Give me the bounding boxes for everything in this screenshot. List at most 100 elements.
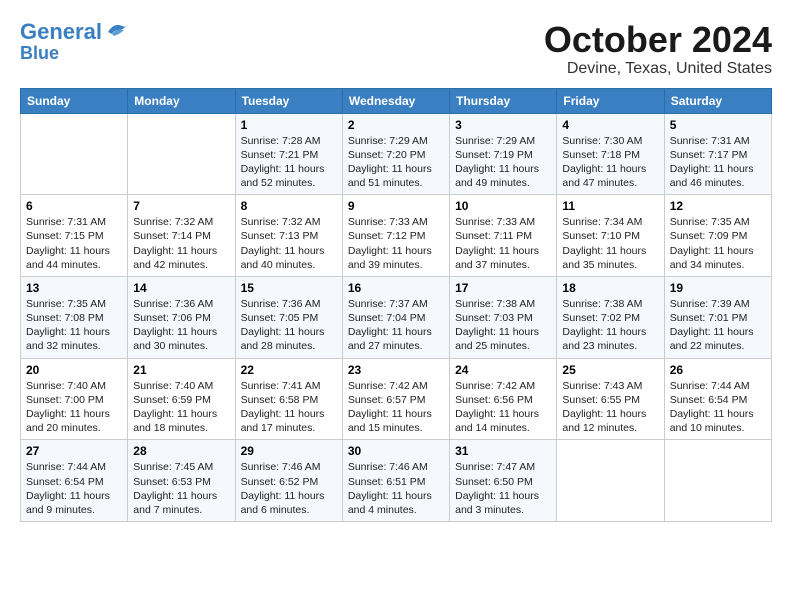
logo: General Blue <box>20 20 132 64</box>
day-info: Sunrise: 7:46 AMSunset: 6:52 PMDaylight:… <box>241 460 337 517</box>
day-number: 11 <box>562 199 658 213</box>
day-number: 4 <box>562 118 658 132</box>
day-info: Sunrise: 7:34 AMSunset: 7:10 PMDaylight:… <box>562 215 658 272</box>
page-header: General Blue October 2024 Devine, Texas,… <box>20 20 772 78</box>
day-info: Sunrise: 7:29 AMSunset: 7:20 PMDaylight:… <box>348 134 444 191</box>
calendar-cell: 12Sunrise: 7:35 AMSunset: 7:09 PMDayligh… <box>664 195 771 277</box>
day-number: 7 <box>133 199 229 213</box>
day-info: Sunrise: 7:30 AMSunset: 7:18 PMDaylight:… <box>562 134 658 191</box>
calendar-cell: 8 Sunrise: 7:32 AMSunset: 7:13 PMDaylight… <box>235 195 342 277</box>
day-number: 12 <box>670 199 766 213</box>
day-info: Sunrise: 7:43 AMSunset: 6:55 PMDaylight:… <box>562 379 658 436</box>
calendar-cell: 7 Sunrise: 7:32 AMSunset: 7:14 PMDaylight… <box>128 195 235 277</box>
calendar-cell: 4 Sunrise: 7:30 AMSunset: 7:18 PMDaylight… <box>557 113 664 195</box>
day-info: Sunrise: 7:31 AMSunset: 7:17 PMDaylight:… <box>670 134 766 191</box>
day-number: 24 <box>455 363 551 377</box>
calendar-cell: 21 Sunrise: 7:40 AMSunset: 6:59 PMDayligh… <box>128 358 235 440</box>
day-info: Sunrise: 7:36 AMSunset: 7:05 PMDaylight:… <box>241 297 337 354</box>
calendar-cell: 24 Sunrise: 7:42 AMSunset: 6:56 PMDayligh… <box>450 358 557 440</box>
header-cell-wednesday: Wednesday <box>342 88 449 113</box>
day-number: 28 <box>133 444 229 458</box>
day-info: Sunrise: 7:40 AMSunset: 7:00 PMDaylight:… <box>26 379 122 436</box>
logo-bird-icon <box>104 20 132 42</box>
day-number: 30 <box>348 444 444 458</box>
day-number: 10 <box>455 199 551 213</box>
day-number: 22 <box>241 363 337 377</box>
calendar-cell: 30Sunrise: 7:46 AMSunset: 6:51 PMDayligh… <box>342 440 449 522</box>
day-number: 13 <box>26 281 122 295</box>
calendar-cell: 5 Sunrise: 7:31 AMSunset: 7:17 PMDaylight… <box>664 113 771 195</box>
header-cell-sunday: Sunday <box>21 88 128 113</box>
day-number: 19 <box>670 281 766 295</box>
calendar-cell: 1 Sunrise: 7:28 AMSunset: 7:21 PMDaylight… <box>235 113 342 195</box>
location-title: Devine, Texas, United States <box>544 60 772 78</box>
calendar-cell: 22 Sunrise: 7:41 AMSunset: 6:58 PMDayligh… <box>235 358 342 440</box>
day-number: 6 <box>26 199 122 213</box>
calendar-week-2: 6 Sunrise: 7:31 AMSunset: 7:15 PMDaylight… <box>21 195 772 277</box>
day-number: 3 <box>455 118 551 132</box>
day-info: Sunrise: 7:42 AMSunset: 6:57 PMDaylight:… <box>348 379 444 436</box>
logo-line1: General <box>20 19 102 44</box>
day-info: Sunrise: 7:38 AMSunset: 7:02 PMDaylight:… <box>562 297 658 354</box>
calendar-cell: 31Sunrise: 7:47 AMSunset: 6:50 PMDayligh… <box>450 440 557 522</box>
day-number: 16 <box>348 281 444 295</box>
title-block: October 2024 Devine, Texas, United State… <box>544 20 772 78</box>
day-info: Sunrise: 7:31 AMSunset: 7:15 PMDaylight:… <box>26 215 122 272</box>
month-title: October 2024 <box>544 20 772 60</box>
day-number: 29 <box>241 444 337 458</box>
calendar-body: 1 Sunrise: 7:28 AMSunset: 7:21 PMDaylight… <box>21 113 772 521</box>
calendar-header: SundayMondayTuesdayWednesdayThursdayFrid… <box>21 88 772 113</box>
day-info: Sunrise: 7:36 AMSunset: 7:06 PMDaylight:… <box>133 297 229 354</box>
day-info: Sunrise: 7:44 AMSunset: 6:54 PMDaylight:… <box>670 379 766 436</box>
calendar-cell: 25Sunrise: 7:43 AMSunset: 6:55 PMDayligh… <box>557 358 664 440</box>
day-info: Sunrise: 7:38 AMSunset: 7:03 PMDaylight:… <box>455 297 551 354</box>
day-number: 27 <box>26 444 122 458</box>
calendar-cell: 14 Sunrise: 7:36 AMSunset: 7:06 PMDayligh… <box>128 276 235 358</box>
day-info: Sunrise: 7:40 AMSunset: 6:59 PMDaylight:… <box>133 379 229 436</box>
calendar-cell: 2Sunrise: 7:29 AMSunset: 7:20 PMDaylight… <box>342 113 449 195</box>
day-number: 5 <box>670 118 766 132</box>
calendar-cell: 29 Sunrise: 7:46 AMSunset: 6:52 PMDayligh… <box>235 440 342 522</box>
calendar-cell: 11 Sunrise: 7:34 AMSunset: 7:10 PMDayligh… <box>557 195 664 277</box>
header-cell-friday: Friday <box>557 88 664 113</box>
day-number: 15 <box>241 281 337 295</box>
day-info: Sunrise: 7:37 AMSunset: 7:04 PMDaylight:… <box>348 297 444 354</box>
calendar-cell <box>664 440 771 522</box>
calendar-cell: 23 Sunrise: 7:42 AMSunset: 6:57 PMDayligh… <box>342 358 449 440</box>
calendar-cell: 19Sunrise: 7:39 AMSunset: 7:01 PMDayligh… <box>664 276 771 358</box>
calendar-week-3: 13 Sunrise: 7:35 AMSunset: 7:08 PMDayligh… <box>21 276 772 358</box>
day-info: Sunrise: 7:41 AMSunset: 6:58 PMDaylight:… <box>241 379 337 436</box>
header-cell-thursday: Thursday <box>450 88 557 113</box>
calendar-cell: 28Sunrise: 7:45 AMSunset: 6:53 PMDayligh… <box>128 440 235 522</box>
calendar-cell: 3Sunrise: 7:29 AMSunset: 7:19 PMDaylight… <box>450 113 557 195</box>
day-number: 8 <box>241 199 337 213</box>
day-info: Sunrise: 7:32 AMSunset: 7:14 PMDaylight:… <box>133 215 229 272</box>
calendar-cell <box>557 440 664 522</box>
day-number: 14 <box>133 281 229 295</box>
calendar-week-5: 27Sunrise: 7:44 AMSunset: 6:54 PMDayligh… <box>21 440 772 522</box>
calendar-cell: 18 Sunrise: 7:38 AMSunset: 7:02 PMDayligh… <box>557 276 664 358</box>
header-row: SundayMondayTuesdayWednesdayThursdayFrid… <box>21 88 772 113</box>
day-info: Sunrise: 7:32 AMSunset: 7:13 PMDaylight:… <box>241 215 337 272</box>
day-number: 21 <box>133 363 229 377</box>
day-info: Sunrise: 7:33 AMSunset: 7:12 PMDaylight:… <box>348 215 444 272</box>
calendar-table: SundayMondayTuesdayWednesdayThursdayFrid… <box>20 88 772 522</box>
day-info: Sunrise: 7:47 AMSunset: 6:50 PMDaylight:… <box>455 460 551 517</box>
day-number: 23 <box>348 363 444 377</box>
day-info: Sunrise: 7:28 AMSunset: 7:21 PMDaylight:… <box>241 134 337 191</box>
calendar-week-1: 1 Sunrise: 7:28 AMSunset: 7:21 PMDaylight… <box>21 113 772 195</box>
day-info: Sunrise: 7:42 AMSunset: 6:56 PMDaylight:… <box>455 379 551 436</box>
header-cell-saturday: Saturday <box>664 88 771 113</box>
calendar-cell: 26Sunrise: 7:44 AMSunset: 6:54 PMDayligh… <box>664 358 771 440</box>
day-number: 1 <box>241 118 337 132</box>
calendar-cell: 27Sunrise: 7:44 AMSunset: 6:54 PMDayligh… <box>21 440 128 522</box>
day-number: 9 <box>348 199 444 213</box>
header-cell-tuesday: Tuesday <box>235 88 342 113</box>
day-info: Sunrise: 7:33 AMSunset: 7:11 PMDaylight:… <box>455 215 551 272</box>
day-info: Sunrise: 7:35 AMSunset: 7:08 PMDaylight:… <box>26 297 122 354</box>
logo-line2: Blue <box>20 44 59 64</box>
day-number: 18 <box>562 281 658 295</box>
calendar-cell <box>128 113 235 195</box>
day-number: 20 <box>26 363 122 377</box>
calendar-cell: 10 Sunrise: 7:33 AMSunset: 7:11 PMDayligh… <box>450 195 557 277</box>
